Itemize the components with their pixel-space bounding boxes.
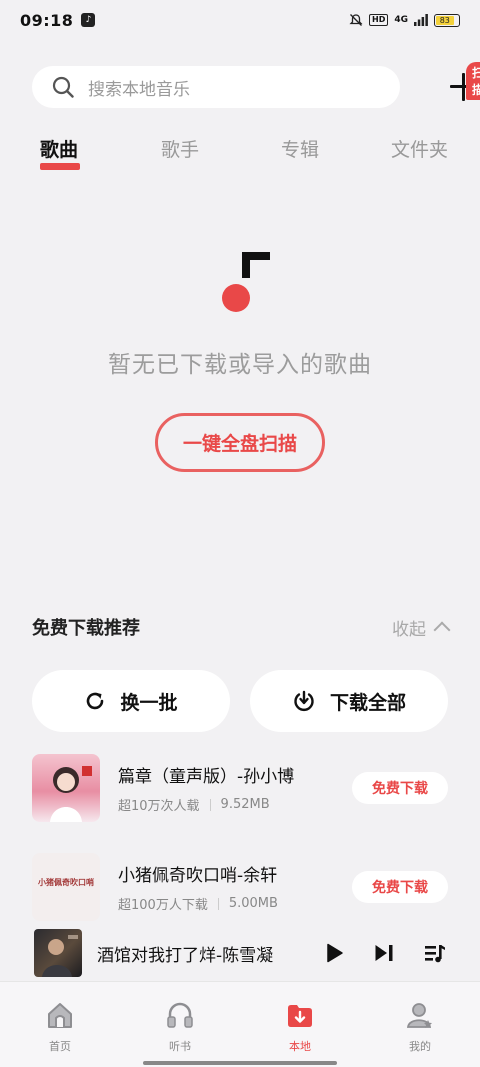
song-meta: 超100万人下载 5.00MB (118, 894, 352, 913)
status-time: 09:18 (20, 10, 74, 30)
battery-level: 83 (436, 15, 454, 25)
tab-artists[interactable]: 歌手 (161, 135, 199, 162)
song-meta: 超10万次人载 9.52MB (118, 795, 352, 814)
download-all-label: 下载全部 (329, 691, 406, 714)
song-size: 9.52MB (220, 797, 270, 812)
list-item[interactable]: 篇章（童声版）-孙小博 超10万次人载 9.52MB 免费下载 (32, 754, 448, 822)
profile-icon (406, 1003, 432, 1028)
nav-item-home[interactable]: 首页 (30, 1000, 90, 1054)
active-tab-indicator (40, 163, 80, 170)
music-note-icon (222, 252, 270, 312)
tiktok-notification-icon: ♪ (81, 13, 96, 27)
girl-portrait-image (50, 766, 92, 822)
play-icon[interactable] (326, 943, 344, 963)
home-icon (48, 1003, 72, 1028)
song-cover: 小猪佩奇吹口哨 (32, 853, 100, 921)
status-icons: HD 4G 83 (349, 13, 460, 27)
nav-label-audiobook: 听书 (169, 1040, 191, 1053)
collapse-button[interactable]: 收起 (392, 615, 451, 640)
refresh-icon (87, 692, 104, 710)
divider (217, 897, 219, 910)
free-download-button[interactable]: 免费下载 (352, 871, 448, 903)
list-item[interactable]: 小猪佩奇吹口哨 小猪佩奇吹口哨-余轩 超100万人下载 5.00MB 免费下载 (32, 853, 448, 921)
song-cover (32, 754, 100, 822)
song-plays: 超10万次人载 (118, 799, 200, 814)
search-row: 搜索本地音乐 扫描 (32, 62, 480, 109)
recommend-header: 免费下载推荐 收起 (32, 612, 451, 642)
scan-badge: 扫描 (466, 62, 480, 100)
nav-label-local: 本地 (289, 1040, 311, 1053)
cover-title-art: 小猪佩奇吹口哨 (38, 878, 94, 887)
search-icon (52, 76, 74, 98)
search-placeholder: 搜索本地音乐 (88, 79, 190, 100)
divider (209, 798, 211, 811)
status-bar: 09:18 ♪ HD 4G 83 (0, 0, 480, 40)
tab-albums[interactable]: 专辑 (281, 135, 319, 162)
chevron-up-icon (433, 621, 451, 639)
refresh-label: 换一批 (120, 691, 178, 714)
mini-player[interactable]: 酒馆对我打了烊-陈雪凝 (0, 925, 480, 981)
search-input[interactable]: 搜索本地音乐 (32, 66, 400, 108)
tab-folders[interactable]: 文件夹 (391, 135, 448, 162)
signal-icon (414, 14, 428, 26)
nav-item-audiobook[interactable]: 听书 (150, 1000, 210, 1054)
download-all-button[interactable]: 下载全部 (250, 670, 448, 732)
add-scan-button[interactable]: 扫描 (416, 62, 480, 109)
free-download-button[interactable]: 免费下载 (352, 772, 448, 804)
song-title: 小猪佩奇吹口哨-余轩 (118, 866, 278, 886)
song-title: 篇章（童声版）-孙小博 (118, 767, 295, 787)
nav-label-home: 首页 (49, 1040, 71, 1053)
download-circle-icon (294, 690, 314, 712)
mute-bell-icon (349, 14, 363, 26)
bottom-nav: 首页 听书 本地 我的 (0, 981, 480, 1067)
download-folder-icon (288, 1005, 312, 1027)
collapse-label: 收起 (392, 619, 426, 640)
playlist-icon[interactable] (424, 943, 446, 963)
song-plays: 超100万人下载 (118, 898, 208, 913)
headphones-icon (167, 1002, 193, 1028)
network-label: 4G (394, 15, 408, 25)
scan-all-button[interactable]: 一键全盘扫描 (155, 413, 325, 472)
next-track-icon[interactable] (374, 943, 394, 963)
nav-item-mine[interactable]: 我的 (390, 1000, 450, 1054)
refresh-batch-button[interactable]: 换一批 (32, 670, 230, 732)
song-info: 篇章（童声版）-孙小博 超10万次人载 9.52MB (118, 762, 352, 814)
player-controls (326, 943, 480, 963)
home-indicator (143, 1061, 337, 1065)
album-art-image (42, 935, 78, 977)
tab-songs[interactable]: 歌曲 (40, 135, 78, 162)
now-playing-cover (34, 929, 82, 977)
empty-message: 暂无已下载或导入的歌曲 (108, 352, 372, 378)
hd-badge: HD (369, 14, 389, 26)
recommend-title: 免费下载推荐 (32, 618, 140, 639)
song-info: 小猪佩奇吹口哨-余轩 超100万人下载 5.00MB (118, 861, 352, 913)
song-size: 5.00MB (228, 896, 278, 911)
now-playing-title: 酒馆对我打了烊-陈雪凝 (97, 945, 274, 966)
nav-item-local[interactable]: 本地 (270, 1000, 330, 1054)
nav-label-mine: 我的 (409, 1040, 431, 1053)
battery-icon: 83 (434, 13, 460, 27)
